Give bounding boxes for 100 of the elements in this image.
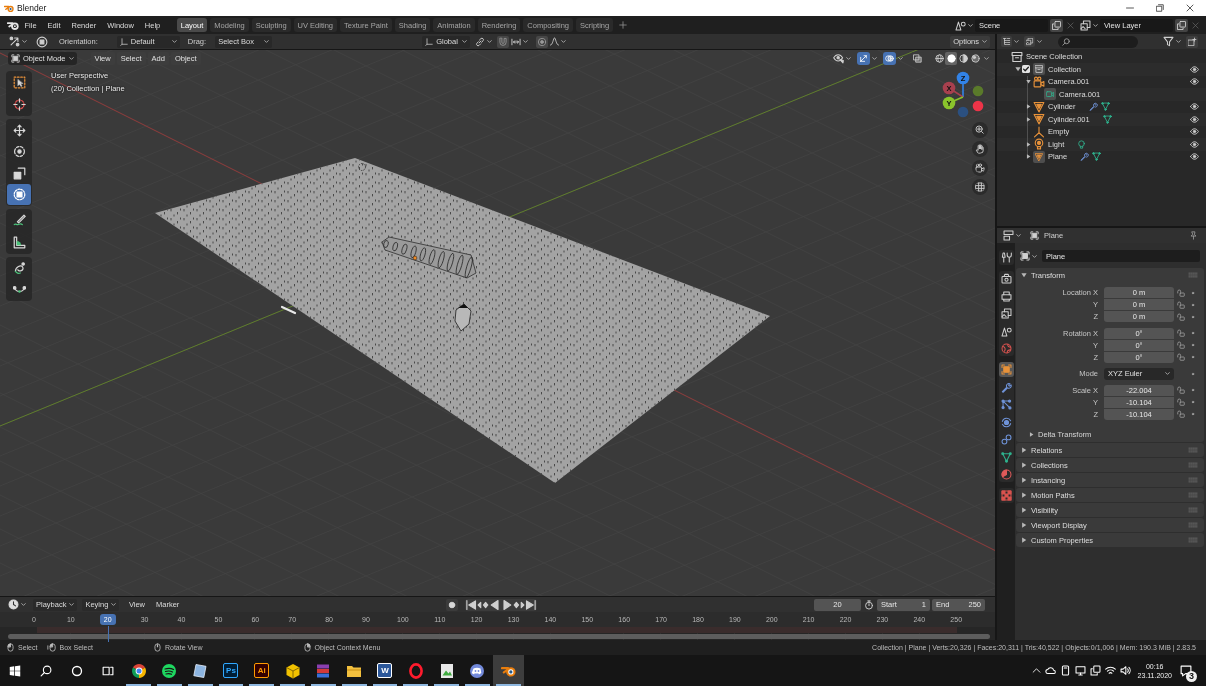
link-icon[interactable] [475,36,486,47]
tool-button[interactable] [7,184,31,205]
grid-icon[interactable] [972,179,988,195]
eye-icon[interactable] [1190,77,1199,87]
triangle-icon[interactable] [1033,100,1045,113]
overlay-toggle[interactable] [883,51,896,65]
phone-icon[interactable] [1060,665,1072,676]
taskbar-app-button[interactable] [492,655,524,686]
close-icon[interactable] [1186,4,1194,12]
funnel-icon[interactable] [1163,36,1174,47]
wrench-icon[interactable] [1080,152,1090,162]
taskbar-app-button[interactable]: Ai [246,655,278,686]
disclosure-triangle-icon[interactable] [1026,79,1031,85]
disclosure-triangle-icon[interactable] [1029,431,1034,437]
properties-tab[interactable] [998,449,1014,465]
object-square-icon[interactable] [1020,251,1030,261]
vertex-triangle-icon[interactable] [1092,152,1102,162]
tree-list-icon[interactable] [1001,36,1012,47]
keyframe-dot-icon[interactable] [1191,388,1195,392]
search-icon[interactable] [40,664,53,677]
camera-icon[interactable] [972,160,988,176]
disclosure-triangle-icon[interactable] [1021,507,1027,513]
pivot-icon[interactable] [36,35,48,48]
keyframe-dot-icon[interactable] [1191,355,1195,359]
chevron-up-icon[interactable] [1032,666,1042,675]
copy-icon[interactable] [1050,18,1063,32]
eye-pointer-icon[interactable] [833,52,844,64]
eye-icon[interactable] [1190,127,1199,137]
keyframe-dot-icon[interactable] [1191,331,1195,335]
editor-type-icon[interactable] [1003,230,1014,241]
arrow-dots-icon[interactable] [9,36,20,47]
eye-icon[interactable] [1190,102,1199,112]
add-workspace-icon[interactable] [619,21,628,29]
properties-tab[interactable] [998,397,1014,412]
pin-icon[interactable] [1189,231,1198,240]
unlocked-icon[interactable] [1177,341,1185,349]
eye-icon[interactable] [1190,152,1199,162]
disclosure-triangle-icon[interactable] [1021,537,1027,543]
snap-increment-icon[interactable] [511,36,522,47]
keyframe-dot-icon[interactable] [1191,412,1195,416]
collection-box-icon[interactable] [1011,50,1023,63]
properties-tab[interactable] [998,467,1014,482]
unlocked-icon[interactable] [1177,300,1185,309]
disclosure-triangle-icon[interactable] [1026,116,1031,122]
proportional-icon[interactable] [536,35,549,48]
disclosure-triangle-icon[interactable] [1021,462,1027,468]
disclosure-triangle-icon[interactable] [1021,447,1027,453]
properties-tab[interactable] [998,306,1014,321]
xray-toggle[interactable] [911,51,924,65]
zoom-icon[interactable] [972,122,988,138]
cloud-icon[interactable] [1045,665,1057,676]
falloff-curve-icon[interactable] [550,37,560,46]
jump-start-icon[interactable] [465,598,477,611]
speaker-icon[interactable] [1120,665,1132,676]
unlocked-icon[interactable] [1177,410,1185,418]
disclosure-triangle-icon[interactable] [1026,141,1031,147]
view-layer-icon[interactable] [1080,19,1091,31]
four-panes-icon[interactable] [9,664,22,677]
magnet-icon[interactable] [497,35,510,48]
ring-icon[interactable] [71,664,83,677]
copy-icon[interactable] [1175,18,1188,32]
monitor-icon[interactable] [1075,665,1087,676]
taskbar-app-button[interactable]: Ps [215,655,247,686]
task-view-icon[interactable] [101,664,114,677]
properties-tab[interactable] [998,432,1014,447]
disclosure-triangle-icon[interactable] [1021,492,1027,498]
properties-tab[interactable] [998,271,1014,286]
hand-icon[interactable] [972,141,988,157]
collection-box-icon[interactable] [1033,63,1045,76]
eye-icon[interactable] [1190,139,1199,149]
timeline-scrollbar[interactable] [8,634,990,639]
disclosure-triangle-icon[interactable] [1026,104,1031,110]
checkbox[interactable] [1022,65,1030,74]
play-icon[interactable] [501,598,513,611]
shading-mode-button[interactable] [945,51,957,65]
unlocked-icon[interactable] [1177,312,1185,321]
stopwatch-icon[interactable] [864,599,874,610]
shading-mode-button[interactable] [933,51,945,65]
vertex-triangle-icon[interactable] [1100,102,1110,112]
new-collection-icon[interactable] [1186,35,1198,48]
keyframe-dot-icon[interactable] [1191,343,1195,347]
vertex-triangle-icon[interactable] [1102,114,1112,124]
camera-icon[interactable] [1033,75,1045,88]
y-shape-icon[interactable] [1033,125,1045,138]
eye-icon[interactable] [1190,114,1199,124]
camera-outline-icon[interactable] [1044,88,1056,101]
record-icon[interactable] [446,598,458,611]
light-bulb-icon[interactable] [1033,138,1045,151]
shading-mode-button[interactable] [957,51,969,65]
notification-icon[interactable] [1180,664,1192,677]
unlocked-icon[interactable] [1177,353,1185,361]
jump-end-icon[interactable] [525,598,537,611]
image-stack-icon[interactable] [1024,36,1035,47]
taskbar-app-button[interactable]: W [369,655,401,686]
disclosure-triangle-icon[interactable] [1021,477,1027,483]
clock-icon[interactable] [8,599,19,610]
disclosure-triangle-icon[interactable] [1021,272,1027,278]
bulb-outline-icon[interactable] [1077,139,1087,149]
eye-icon[interactable] [1190,64,1199,74]
unlocked-icon[interactable] [1177,398,1185,406]
